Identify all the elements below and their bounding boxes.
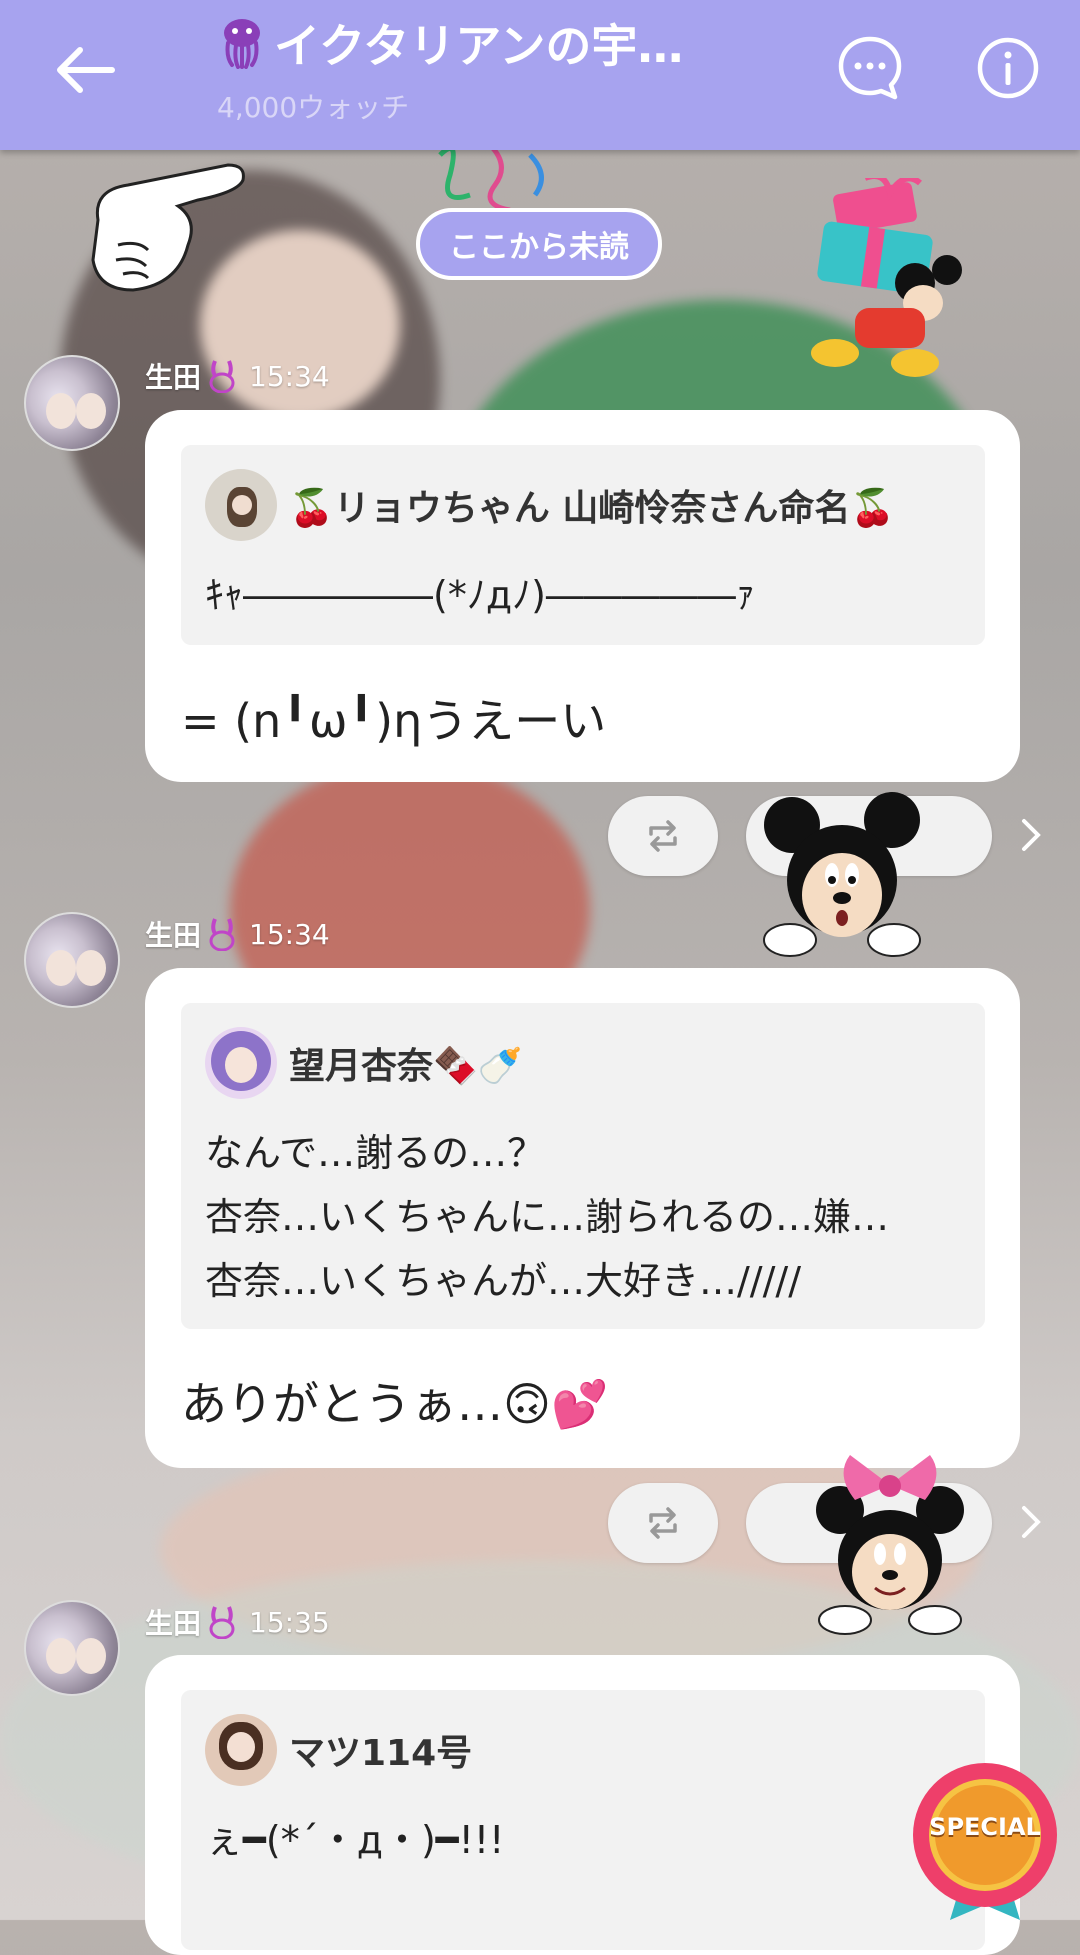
chevron-right-icon[interactable]: [1016, 815, 1046, 855]
quoted-user-name: 望月杏奈🍫🍼: [289, 1046, 523, 1087]
sender-avatar[interactable]: [24, 912, 120, 1008]
message-time: 15:34: [249, 917, 330, 951]
message-meta: 生田 15:34: [145, 356, 330, 396]
quoted-message[interactable]: 🍒リョウちゃん 山崎怜奈さん命名🍒 ｷｬ―――――(*ﾉдﾉ)―――――ｧ: [181, 445, 985, 645]
message-text: = (n╹ω╹)ηうえーい: [181, 694, 607, 748]
quoted-user-name: マツ114号: [289, 1733, 473, 1774]
quoted-user-avatar: [205, 469, 277, 541]
title-row[interactable]: イクタリアンの宇…: [218, 10, 683, 76]
rabbit-icon: [209, 918, 235, 951]
quoted-text: ぇ━(*´・д・)━!!!: [205, 1818, 505, 1862]
message-meta: 生田 15:34: [145, 914, 330, 954]
sender-avatar[interactable]: [24, 1600, 120, 1696]
quoted-user-avatar: [205, 1027, 277, 1099]
minnie-peek-sticker: [816, 1455, 964, 1635]
message-bubble[interactable]: 🍒リョウちゃん 山崎怜奈さん命名🍒 ｷｬ―――――(*ﾉдﾉ)―――――ｧ = …: [145, 410, 1020, 782]
message-bubble[interactable]: 望月杏奈🍫🍼 なんで…謝るの…？ 杏奈…いくちゃんに…謝られるの…嫌… 杏奈…い…: [145, 968, 1020, 1468]
message-time: 15:34: [249, 359, 330, 393]
repost-button[interactable]: [608, 796, 718, 876]
special-badge-sticker[interactable]: SPECIAL: [910, 1760, 1060, 1920]
mickey-gift-sticker: [811, 178, 962, 377]
sender-avatar[interactable]: [24, 355, 120, 451]
quoted-text: なんで…謝るの…？ 杏奈…いくちゃんに…謝られるの…嫌… 杏奈…いくちゃんが…大…: [205, 1131, 890, 1303]
repost-icon: [649, 820, 677, 852]
message-meta: 生田 15:35: [145, 1602, 330, 1642]
special-badge-label: SPECIAL: [929, 1813, 1041, 1841]
group-title: イクタリアンの宇…: [274, 19, 684, 73]
rabbit-icon: [209, 360, 235, 393]
watch-count: 4,000ウォッチ: [217, 91, 410, 124]
repost-button[interactable]: [608, 1483, 718, 1563]
pointing-glove-sticker: [91, 163, 245, 292]
rabbit-icon: [209, 1606, 235, 1639]
quoted-user-avatar: [205, 1714, 277, 1786]
chat-bubble-icon[interactable]: [837, 35, 903, 101]
sender-name: 生田: [145, 1607, 202, 1640]
message-bubble[interactable]: マツ114号 ぇ━(*´・д・)━!!!: [145, 1655, 1020, 1955]
arrow-left-icon[interactable]: [50, 35, 120, 105]
quoted-message[interactable]: 望月杏奈🍫🍼 なんで…謝るの…？ 杏奈…いくちゃんに…謝られるの…嫌… 杏奈…い…: [181, 1003, 985, 1329]
mickey-peek-sticker: [763, 792, 921, 957]
quoted-user-name: 🍒リョウちゃん 山崎怜奈さん命名🍒: [289, 488, 896, 529]
quoted-text: ｷｬ―――――(*ﾉдﾉ)―――――ｧ: [205, 573, 755, 617]
message-time: 15:35: [249, 1605, 330, 1639]
message-text: ありがとうぁ…🙃💕: [181, 1377, 609, 1431]
chevron-right-icon[interactable]: [1016, 1502, 1046, 1542]
quoted-message[interactable]: マツ114号 ぇ━(*´・д・)━!!!: [181, 1690, 985, 1950]
unread-marker: ここから未読: [416, 208, 662, 280]
jellyfish-icon: [224, 19, 260, 69]
header-bar: イクタリアンの宇… 4,000ウォッチ: [0, 0, 1080, 150]
sender-name: 生田: [145, 361, 202, 394]
sender-name: 生田: [145, 919, 202, 952]
info-icon[interactable]: [975, 35, 1041, 101]
repost-icon: [649, 1507, 677, 1539]
